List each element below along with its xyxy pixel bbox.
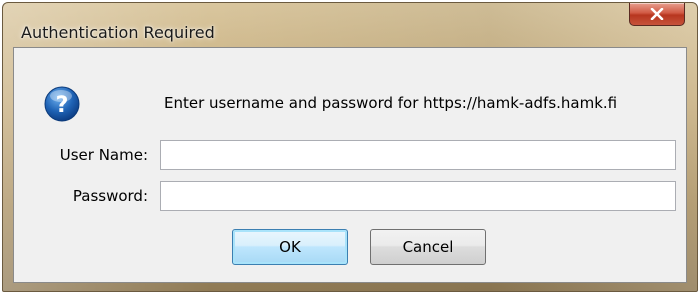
auth-dialog-window: Authentication Required ? Enter username… — [2, 2, 698, 292]
title-bar[interactable]: Authentication Required — [3, 3, 697, 47]
username-label: User Name: — [59, 146, 148, 164]
password-field[interactable] — [160, 181, 676, 211]
close-button[interactable] — [629, 3, 685, 26]
ok-button[interactable]: OK — [232, 229, 348, 265]
window-title: Authentication Required — [21, 23, 215, 42]
question-icon: ? — [44, 86, 80, 122]
dialog-content: ? Enter username and password for https:… — [13, 47, 687, 283]
username-field[interactable] — [160, 140, 676, 170]
cancel-button[interactable]: Cancel — [370, 229, 486, 265]
prompt-message: Enter username and password for https://… — [164, 94, 618, 112]
close-icon — [650, 8, 664, 20]
svg-text:?: ? — [56, 93, 69, 118]
password-label: Password: — [72, 187, 148, 205]
